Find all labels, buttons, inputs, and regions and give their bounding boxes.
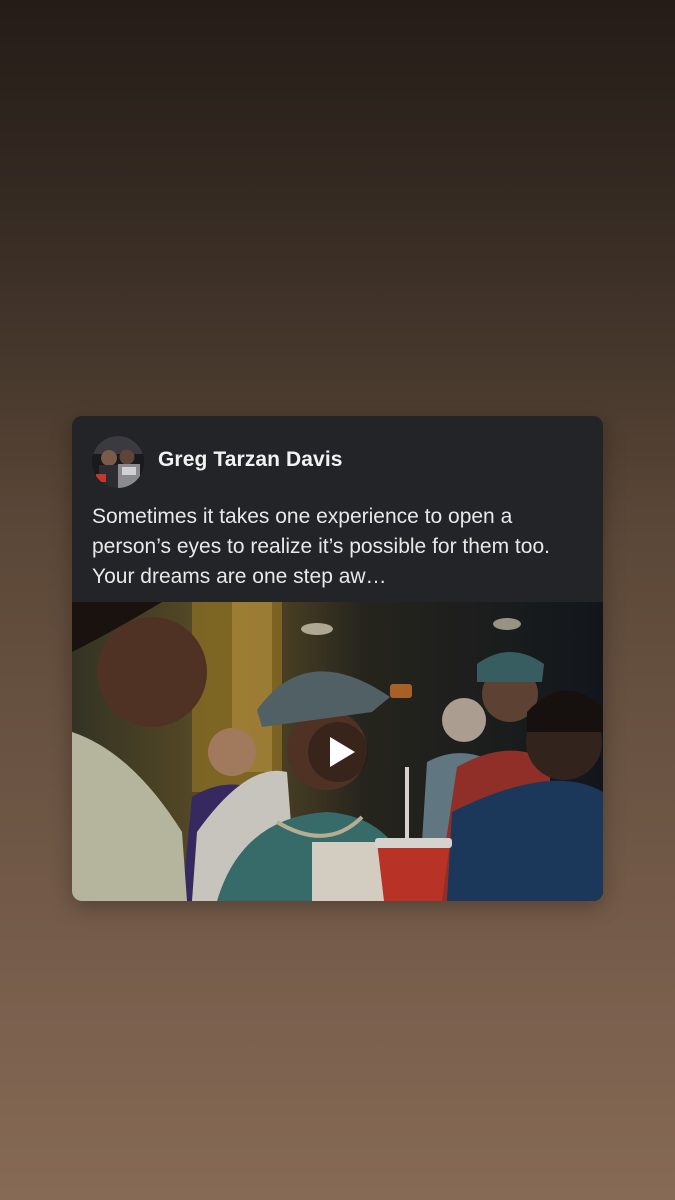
post-header: Greg Tarzan Davis [72, 416, 603, 508]
play-icon [330, 737, 355, 767]
video-thumbnail[interactable] [72, 602, 603, 901]
author-name[interactable]: Greg Tarzan Davis [158, 448, 343, 472]
play-button[interactable] [308, 722, 368, 782]
shared-post-card[interactable]: Greg Tarzan Davis Sometimes it takes one… [72, 416, 603, 901]
profile-photo-icon[interactable] [92, 436, 144, 488]
post-caption: Sometimes it takes one experience to ope… [92, 505, 550, 588]
